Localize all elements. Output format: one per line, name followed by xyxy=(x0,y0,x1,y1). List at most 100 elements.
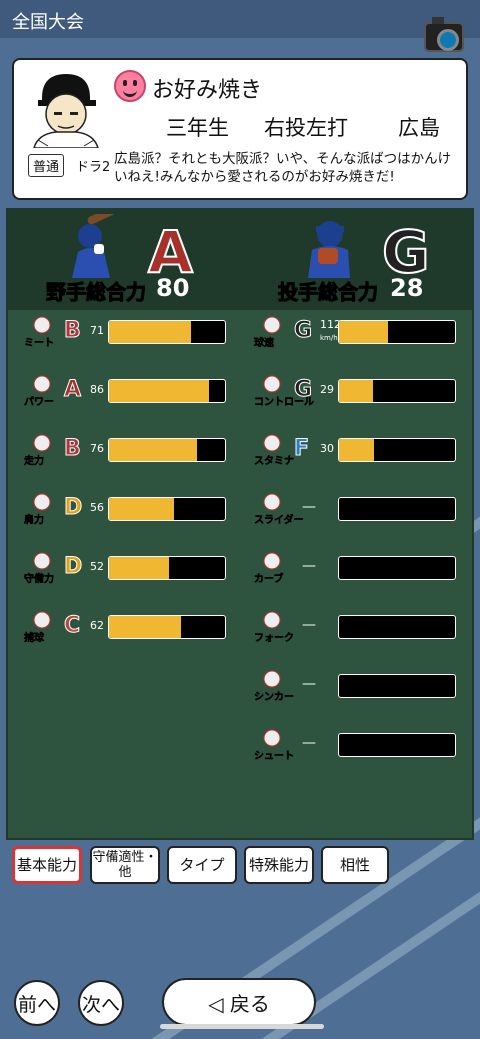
pitching-stat-bar-fill xyxy=(339,439,374,461)
pitching-stat-label: 球速 xyxy=(254,338,275,350)
batting-total-label: 野手総合力 xyxy=(46,280,147,305)
tab-compatibility[interactable]: 相性 xyxy=(321,846,389,884)
batting-stat-label: パワー xyxy=(24,397,55,409)
home-indicator xyxy=(160,1024,324,1029)
player-profile-card: お好み焼き 三年生 右投左打 広島 普通 ドラ2 広島派？それとも大阪派？いや、… xyxy=(12,58,468,200)
pitching-stat-bar xyxy=(338,674,456,698)
batting-stat-row: 守備力 D 52 xyxy=(24,552,258,585)
player-portrait xyxy=(33,74,99,148)
pitcher-icon xyxy=(308,221,350,278)
pitching-stat-bar xyxy=(338,497,456,521)
pitching-stat-row: シンカー — xyxy=(254,670,480,703)
pitching-stat-value: 30 xyxy=(320,442,334,455)
batting-stat-value: 62 xyxy=(90,619,104,632)
pitching-stat-value: — xyxy=(302,499,316,515)
player-name: お好み焼き xyxy=(152,78,263,103)
pitching-total-label: 投手総合力 xyxy=(278,280,379,305)
pitching-stat-label: シンカー xyxy=(254,692,295,704)
batting-stat-grade: C xyxy=(63,613,81,639)
batting-stat-label: ミート xyxy=(24,338,55,350)
batting-stat-value: 52 xyxy=(90,560,104,573)
batting-stat-bar-fill xyxy=(109,498,174,520)
player-year: 三年生 xyxy=(166,116,229,140)
batting-stat-grade: B xyxy=(64,318,82,344)
top-bar: 全国大会 xyxy=(0,0,480,38)
pitching-stat-row: 球速 G 112 km/h xyxy=(254,316,480,349)
back-button[interactable]: ◁ 戻る xyxy=(162,978,316,1026)
pitching-stat-value: — xyxy=(302,617,316,633)
pitching-stat-bar xyxy=(338,379,456,403)
batting-stat-bar xyxy=(108,556,226,580)
pitching-stat-row: スタミナ F 30 xyxy=(254,434,480,467)
player-comment: 広島派？それとも大阪派？いや、そんな派ばつはかんけいねえ!みんなから愛されるのが… xyxy=(114,151,452,185)
next-button[interactable]: 次へ xyxy=(78,980,124,1026)
pitching-stat-label: スタミナ xyxy=(254,456,295,468)
pitching-stat-bar xyxy=(338,438,456,462)
batting-stat-bar-fill xyxy=(109,380,209,402)
pitching-stat-value: — xyxy=(302,735,316,751)
pitching-stat-label: スライダー xyxy=(254,515,304,527)
batting-stat-grade: B xyxy=(64,436,82,462)
pitching-stat-bar xyxy=(338,556,456,580)
tab-basic-ability[interactable]: 基本能力 xyxy=(12,846,82,884)
camera-icon[interactable] xyxy=(424,17,464,52)
mood-smile-icon xyxy=(114,70,146,102)
pitching-stat-label: カーブ xyxy=(254,574,284,586)
batting-stat-bar xyxy=(108,438,226,462)
tab-defense-other[interactable]: 守備適性・他 xyxy=(90,846,160,884)
pitching-stat-row: シュート — xyxy=(254,729,480,762)
batting-stat-row: 走力 B 76 xyxy=(24,434,258,467)
stats-panel-header: A 野手総合力 80 G 投手総合力 28 xyxy=(8,210,472,310)
pitching-stat-unit: km/h xyxy=(320,334,338,342)
batting-stat-grade: A xyxy=(63,377,82,403)
batting-stat-row: 捕球 C 62 xyxy=(24,611,258,644)
pitching-stat-bar-fill xyxy=(339,380,373,402)
pitching-stat-row: スライダー — xyxy=(254,493,480,526)
batter-icon xyxy=(72,214,125,278)
batting-stat-grade: D xyxy=(63,554,83,580)
pitching-stat-value: 29 xyxy=(320,383,334,396)
tab-special-ability[interactable]: 特殊能力 xyxy=(244,846,314,884)
batting-stat-bar-fill xyxy=(109,321,192,343)
pitching-stat-bar-fill xyxy=(339,321,388,343)
growth-type-badge: 普通 xyxy=(28,154,65,177)
batting-stat-value: 56 xyxy=(90,501,104,514)
pitching-stat-grade: G xyxy=(293,318,313,344)
player-team: 広島 xyxy=(398,116,440,140)
pitching-stat-bar xyxy=(338,733,456,757)
screen-title: 全国大会 xyxy=(12,12,84,33)
pitching-total-value: 28 xyxy=(390,274,424,302)
pitching-stat-bar xyxy=(338,615,456,639)
batting-total-value: 80 xyxy=(156,274,190,302)
pitching-stat-row: コントロール G 29 xyxy=(254,375,480,408)
batting-stat-grade: D xyxy=(63,495,83,521)
pitching-stat-grade: F xyxy=(293,436,310,462)
stats-panel: A 野手総合力 80 G 投手総合力 28 ミート B 71 パワー A 86 走力 B 76 肩… xyxy=(6,208,474,840)
batting-stat-bar xyxy=(108,320,226,344)
batting-stat-bar xyxy=(108,615,226,639)
pitching-stat-grade: G xyxy=(293,377,313,403)
batting-stat-value: 86 xyxy=(90,383,104,396)
batting-stat-value: 71 xyxy=(90,324,104,337)
pitching-stat-label: フォーク xyxy=(254,633,295,645)
prev-button[interactable]: 前へ xyxy=(14,980,60,1026)
batting-stat-bar-fill xyxy=(109,439,198,461)
batting-stat-label: 肩力 xyxy=(24,515,45,527)
batting-stat-bar xyxy=(108,497,226,521)
pitching-stat-row: フォーク — xyxy=(254,611,480,644)
batting-stat-label: 守備力 xyxy=(24,574,55,586)
pitching-stat-value: — xyxy=(302,676,316,692)
pitching-stat-bar xyxy=(338,320,456,344)
batting-stat-row: パワー A 86 xyxy=(24,375,258,408)
batting-stat-value: 76 xyxy=(90,442,104,455)
batting-stat-row: ミート B 71 xyxy=(24,316,258,349)
batting-stat-row: 肩力 D 56 xyxy=(24,493,258,526)
tab-type[interactable]: タイプ xyxy=(167,846,237,884)
batting-stat-bar xyxy=(108,379,226,403)
pitching-stat-label: シュート xyxy=(254,751,295,763)
batting-stat-label: 走力 xyxy=(24,456,45,468)
draft-rank: ドラ2 xyxy=(76,160,111,175)
pitching-stat-row: カーブ — xyxy=(254,552,480,585)
batting-stat-bar-fill xyxy=(109,557,170,579)
pitching-stat-value: — xyxy=(302,558,316,574)
